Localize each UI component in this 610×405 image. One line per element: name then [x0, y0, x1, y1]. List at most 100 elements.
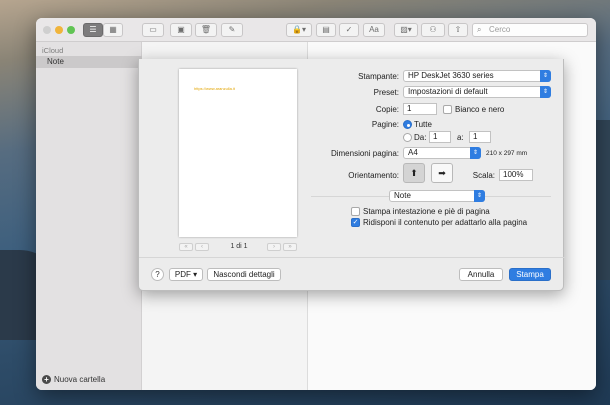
pages-to-label: a: [457, 133, 464, 142]
hide-details-label: Nascondi dettagli [213, 270, 275, 279]
pages-from-field[interactable]: 1 [429, 131, 451, 143]
print-label: Stampa [516, 270, 544, 279]
attachments-button[interactable]: ▣ [170, 23, 192, 37]
search-placeholder: Cerco [489, 25, 511, 34]
scale-label: Scala: [472, 171, 495, 180]
collaborate-button[interactable]: ⚇ [421, 23, 445, 37]
copies-value: 1 [407, 104, 412, 113]
attachments-icon: ▣ [177, 25, 185, 34]
printer-value: HP DeskJet 3630 series [408, 71, 494, 80]
preview-pager: « ‹ 1 di 1 › » [179, 243, 297, 253]
pages-to-value: 1 [473, 132, 478, 141]
close-window-button[interactable] [43, 26, 51, 34]
sidebar-icon: ▭ [149, 25, 157, 34]
scale-value: 100% [503, 170, 524, 179]
list-view-button[interactable]: ☰ [83, 23, 103, 37]
checklist-button[interactable]: ✓ [339, 23, 359, 37]
copies-field[interactable]: 1 [403, 103, 437, 115]
landscape-button[interactable]: ➡ [431, 163, 453, 183]
scale-field[interactable]: 100% [499, 169, 533, 181]
new-folder-label: Nuova cartella [54, 375, 106, 384]
checklist-icon: ✓ [345, 25, 353, 34]
last-page-icon: » [288, 244, 292, 250]
people-icon: ⚇ [429, 25, 437, 34]
prev-page-button[interactable]: ‹ [195, 243, 209, 251]
portrait-button[interactable]: ⬆ [403, 163, 425, 183]
fit-content-label: Ridisponi il contenuto per adattarlo all… [363, 218, 528, 227]
updown-arrows-icon: ⇕ [470, 147, 481, 159]
pages-all-radio[interactable] [403, 120, 412, 129]
preview-url-text: https://www.aranzulla.it [194, 86, 235, 91]
preset-label: Preset: [373, 88, 399, 97]
portrait-icon: ⬆ [410, 168, 418, 178]
photo-icon: ▨▾ [400, 25, 412, 34]
first-page-button[interactable]: « [179, 243, 193, 251]
header-footer-checkbox[interactable] [351, 207, 360, 216]
checkmark-icon: ✓ [352, 219, 359, 226]
printer-label: Stampante: [358, 72, 399, 81]
next-page-icon: › [273, 244, 275, 250]
sidebar-toggle-button[interactable]: ▭ [142, 23, 164, 37]
pages-range-radio[interactable] [403, 133, 412, 142]
paper-size-value: A4 [408, 148, 418, 157]
print-dialog: https://www.aranzulla.it « ‹ 1 di 1 › » … [138, 59, 565, 291]
delete-button[interactable]: 🗑 [195, 23, 217, 37]
sidebar: iCloud Note + Nuova cartella [36, 42, 142, 390]
table-button[interactable]: ▤ [316, 23, 336, 37]
first-page-icon: « [184, 244, 188, 250]
search-input[interactable]: ⌕ Cerco [472, 23, 588, 37]
lock-icon: 🔒▾ [292, 25, 306, 34]
cancel-label: Annulla [467, 270, 495, 279]
paper-size-label: Dimensioni pagina: [330, 149, 399, 158]
list-icon: ☰ [89, 25, 97, 34]
updown-arrows-icon: ⇕ [474, 190, 485, 202]
fit-content-checkbox[interactable]: ✓ [351, 218, 360, 227]
lock-button[interactable]: 🔒▾ [286, 23, 312, 37]
sidebar-item-label: Note [47, 57, 64, 66]
landscape-icon: ➡ [438, 168, 446, 178]
printer-select[interactable]: HP DeskJet 3630 series ⇕ [403, 70, 551, 82]
search-icon: ⌕ [477, 25, 482, 34]
black-white-checkbox[interactable] [443, 105, 452, 114]
notes-window: ☰ ▦ ▭ ▣ 🗑 ✎ 🔒▾ ▤ ✓ Aa ▨▾ ⚇ ⇧ ⌕ Cerco iCl… [36, 18, 596, 390]
new-folder-button[interactable]: + Nuova cartella [42, 375, 105, 384]
share-button[interactable]: ⇧ [448, 23, 468, 37]
hide-details-button[interactable]: Nascondi dettagli [207, 268, 281, 281]
trash-icon: 🗑 [200, 25, 212, 34]
plus-icon: + [42, 375, 51, 384]
zoom-window-button[interactable] [67, 26, 75, 34]
print-preview: https://www.aranzulla.it [179, 69, 297, 237]
help-button[interactable]: ? [151, 268, 164, 281]
updown-arrows-icon: ⇕ [540, 86, 551, 98]
format-button[interactable]: Aa [363, 23, 385, 37]
table-icon: ▤ [322, 25, 330, 34]
next-page-button[interactable]: › [267, 243, 281, 251]
grid-icon: ▦ [109, 25, 117, 34]
prev-page-icon: ‹ [201, 244, 203, 250]
pages-from-value: 1 [433, 132, 438, 141]
section-select[interactable]: Note ⇕ [389, 190, 485, 202]
updown-arrows-icon: ⇕ [540, 70, 551, 82]
media-button[interactable]: ▨▾ [394, 23, 418, 37]
pages-from-label: Da: [414, 133, 427, 142]
help-icon: ? [155, 270, 160, 279]
footer-divider [139, 257, 565, 258]
new-note-button[interactable]: ✎ [221, 23, 243, 37]
gallery-view-button[interactable]: ▦ [103, 23, 123, 37]
minimize-window-button[interactable] [55, 26, 63, 34]
copies-label: Copie: [375, 105, 399, 114]
pdf-label: PDF [174, 270, 191, 279]
cancel-button[interactable]: Annulla [459, 268, 503, 281]
preset-select[interactable]: Impostazioni di default ⇕ [403, 86, 551, 98]
print-button[interactable]: Stampa [509, 268, 551, 281]
sidebar-heading: iCloud [42, 46, 64, 55]
pages-all-label: Tutte [414, 120, 432, 129]
sidebar-item-note[interactable]: Note [36, 56, 142, 68]
paper-size-select[interactable]: A4 ⇕ [403, 147, 481, 159]
preset-value: Impostazioni di default [408, 87, 488, 96]
pdf-button[interactable]: PDF ▾ [169, 268, 203, 281]
pages-to-field[interactable]: 1 [469, 131, 491, 143]
last-page-button[interactable]: » [283, 243, 297, 251]
orientation-label: Orientamento: [348, 171, 399, 180]
section-value: Note [394, 191, 411, 200]
